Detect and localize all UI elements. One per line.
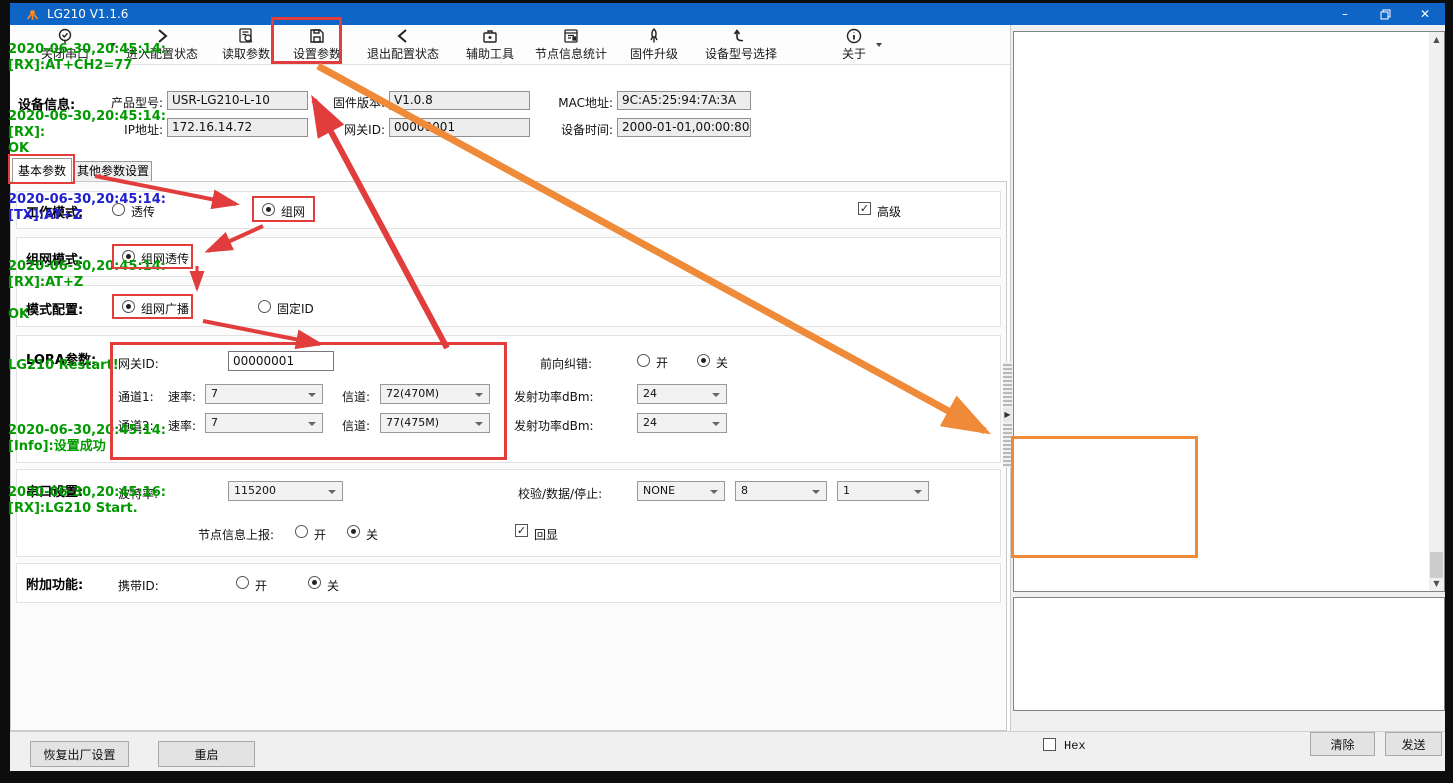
hex-label: Hex xyxy=(1064,739,1086,753)
about-icon xyxy=(836,27,872,46)
log-scrollbar[interactable]: ▲ ▼ xyxy=(1429,32,1444,591)
toolbar-item-label: 辅助工具 xyxy=(460,46,520,62)
toolbar-item-about[interactable]: 关于 xyxy=(836,26,872,64)
radio-label: 关 xyxy=(327,577,339,594)
title-bar: LG210 V1.1.6 – ✕ xyxy=(10,3,1445,25)
device-model-icon xyxy=(692,27,790,46)
toolbar-item-node-stats[interactable]: 节点信息统计 xyxy=(524,26,618,64)
scrollbar-thumb[interactable] xyxy=(1430,552,1443,578)
carry-id-off-radio[interactable] xyxy=(308,576,321,589)
fec-off-radio[interactable] xyxy=(697,354,710,367)
select-value: 8 xyxy=(741,484,748,497)
minimize-button[interactable]: – xyxy=(1325,3,1365,25)
log-entry: 2020-06-30,20:45:16: [RX]:LG210 Start. xyxy=(8,485,408,517)
splitter-collapse-icon[interactable]: ▶ xyxy=(1003,408,1012,422)
toolbar-item-firmware-upgrade[interactable]: 固件升级 xyxy=(624,26,684,64)
hex-checkbox[interactable] xyxy=(1043,738,1056,751)
firmware-version-field: V1.0.8 xyxy=(389,91,530,110)
power-label: 发射功率dBm: xyxy=(514,417,594,434)
power-label: 发射功率dBm: xyxy=(514,388,594,405)
send-input-area[interactable] xyxy=(1013,597,1445,711)
section-extra xyxy=(16,563,1001,603)
factory-reset-button[interactable]: 恢复出厂设置 xyxy=(30,741,129,767)
ch1-power-select[interactable]: 24 xyxy=(637,384,727,404)
tab-basic-params[interactable]: 基本参数 xyxy=(12,158,72,182)
scroll-down-icon[interactable]: ▼ xyxy=(1429,576,1444,591)
device-time-field: 2000-01-01,00:00:80 xyxy=(617,118,751,137)
field-label: 设备时间: xyxy=(540,121,613,138)
fec-label: 前向纠错: xyxy=(540,355,592,372)
checkbox-label: 高级 xyxy=(877,203,901,220)
select-value: 24 xyxy=(643,416,657,429)
log-output[interactable] xyxy=(1013,31,1445,592)
log-entry: 2020-06-30,20:45:14: [TX]:AT+Z xyxy=(8,192,408,224)
field-label: MAC地址: xyxy=(540,94,613,111)
tools-icon xyxy=(460,27,520,46)
log-entry: LG210 Restart! xyxy=(8,358,408,374)
select-value: 1 xyxy=(843,484,850,497)
select-value: NONE xyxy=(643,484,675,497)
scroll-up-icon[interactable]: ▲ xyxy=(1429,32,1444,47)
carry-id-label: 携带ID: xyxy=(118,577,159,594)
databits-select[interactable]: 8 xyxy=(735,481,827,501)
toolbar-item-label: 关于 xyxy=(836,46,872,62)
radio-label: 关 xyxy=(716,354,728,371)
carry-id-on-radio[interactable] xyxy=(236,576,249,589)
log-entry: 2020-06-30,20:45:14: [Info]:设置成功 xyxy=(8,423,408,455)
echo-checkbox[interactable] xyxy=(515,524,528,537)
clear-button[interactable]: 清除 xyxy=(1310,732,1375,756)
stopbits-select[interactable]: 1 xyxy=(837,481,929,501)
restore-icon xyxy=(1380,9,1391,20)
toolbar-item-label: 节点信息统计 xyxy=(524,46,618,62)
send-button[interactable]: 发送 xyxy=(1385,732,1442,756)
fec-on-radio[interactable] xyxy=(637,354,650,367)
toolbar-item-tools[interactable]: 辅助工具 xyxy=(460,26,520,64)
app-logo-icon xyxy=(26,8,39,21)
log-entry: 2020-06-30,20:45:14: [RX]:AT+CH2=77 xyxy=(8,42,408,74)
toolbar-item-label: 设备型号选择 xyxy=(692,46,790,62)
log-entry: 2020-06-30,20:45:14: [RX]:AT+Z OK xyxy=(8,259,408,323)
toolbar-item-device-model[interactable]: 设备型号选择 xyxy=(692,26,790,64)
radio-label: 开 xyxy=(656,354,668,371)
node-stats-icon xyxy=(524,27,618,46)
checkbox-label: 回显 xyxy=(534,526,558,543)
parity-select[interactable]: NONE xyxy=(637,481,725,501)
parity-label: 校验/数据/停止: xyxy=(518,485,602,502)
restart-button[interactable]: 重启 xyxy=(158,741,255,767)
log-entry: 2020-06-30,20:45:14: [RX]: OK xyxy=(8,109,408,157)
ch2-power-select[interactable]: 24 xyxy=(637,413,727,433)
application-window: LG210 V1.1.6 – ✕ 关闭串口进入配置状态读取参数设置参数退出配置状… xyxy=(0,0,1453,783)
close-button[interactable]: ✕ xyxy=(1405,3,1445,25)
log-content: 2020-06-30,20:45:14: [RX]:AT+CH2=77 2020-… xyxy=(8,42,408,552)
extra-title: 附加功能: xyxy=(26,574,83,593)
dropdown-caret-icon[interactable] xyxy=(876,43,882,47)
advanced-checkbox[interactable] xyxy=(858,202,871,215)
mac-address-field: 9C:A5:25:94:7A:3A xyxy=(617,91,751,110)
maximize-button[interactable] xyxy=(1365,3,1405,25)
toolbar-item-label: 固件升级 xyxy=(624,46,684,62)
gateway-id-field: 00000001 xyxy=(389,118,530,137)
firmware-upgrade-icon xyxy=(624,27,684,46)
radio-label: 开 xyxy=(255,577,267,594)
window-title: LG210 V1.1.6 xyxy=(47,7,128,21)
select-value: 24 xyxy=(643,387,657,400)
